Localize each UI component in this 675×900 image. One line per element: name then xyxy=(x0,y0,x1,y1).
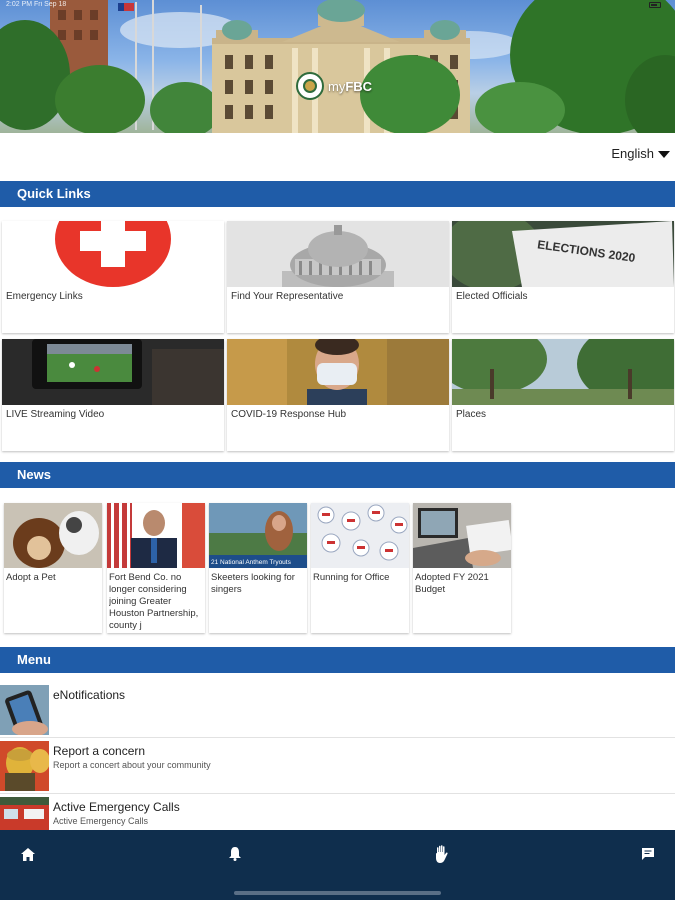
quick-link-label: Elected Officials xyxy=(456,291,528,302)
bottom-tab-bar xyxy=(0,830,675,900)
quick-link-live-streaming[interactable]: LIVE Streaming Video xyxy=(2,339,224,451)
dog-and-cat-image xyxy=(4,503,102,568)
language-selector[interactable]: English xyxy=(611,146,670,161)
menu-item-subtitle: Active Emergency Calls xyxy=(53,816,149,826)
news-item-budget[interactable]: Adopted FY 2021 Budget xyxy=(413,503,511,633)
vote-buttons-image xyxy=(311,503,409,568)
quick-link-find-representative[interactable]: Find Your Representative xyxy=(227,221,449,333)
app-logo: myFBC xyxy=(296,72,372,100)
menu-item-title: Report a concern xyxy=(53,744,146,758)
caret-down-icon xyxy=(658,151,670,158)
quick-link-label: Places xyxy=(456,409,487,420)
news-item-label: Skeeters looking for singers xyxy=(211,572,295,595)
menu-item-title: Active Emergency Calls xyxy=(53,800,180,814)
news-item-label: Adopt a Pet xyxy=(6,572,56,583)
ballpark-banner-text: 21 National Anthem Tryouts xyxy=(211,559,292,566)
menu-item-report-concern[interactable]: Report a concern Report a concert about … xyxy=(0,738,675,794)
home-indicator xyxy=(234,891,441,895)
home-tab[interactable] xyxy=(16,842,40,866)
news-item-skeeters[interactable]: 21 National Anthem Tryouts Skeeters look… xyxy=(209,503,307,633)
quick-link-elected-officials[interactable]: ELECTIONS 2020 Elected Officials xyxy=(452,221,674,333)
messages-tab[interactable] xyxy=(636,842,660,866)
chat-icon xyxy=(642,848,654,860)
language-label: English xyxy=(611,146,654,161)
quick-links-header: Quick Links xyxy=(0,181,675,207)
phone-in-hand-image xyxy=(0,685,49,735)
laptop-budget-image xyxy=(413,503,511,568)
firefighters-image xyxy=(0,741,49,791)
man-with-mask-image xyxy=(227,339,449,405)
singer-at-ballpark-image: 21 National Anthem Tryouts xyxy=(209,503,307,568)
quick-link-covid-hub[interactable]: COVID-19 Response Hub xyxy=(227,339,449,451)
news-item-label: Running for Office xyxy=(313,572,390,583)
app-screen: 2:02 PM Fri Sep 18 myFBC English Quick L… xyxy=(0,0,675,900)
courthouse-photo xyxy=(0,0,675,133)
quick-link-label: Find Your Representative xyxy=(231,291,344,302)
official-at-podium-image xyxy=(107,503,205,568)
quick-link-label: Emergency Links xyxy=(6,291,83,302)
news-item-label: Adopted FY 2021 Budget xyxy=(415,572,489,595)
menu-header: Menu xyxy=(0,647,675,673)
quick-link-emergency-links[interactable]: Emergency Links xyxy=(2,221,224,333)
menu-item-enotifications[interactable]: eNotifications xyxy=(0,682,675,738)
status-time: 2:02 PM Fri Sep 18 xyxy=(6,1,67,8)
bell-icon xyxy=(229,847,241,861)
report-tab[interactable] xyxy=(430,842,454,866)
emergency-cross-image xyxy=(2,221,224,287)
camera-monitor-image xyxy=(2,339,224,405)
news-item-adopt-pet[interactable]: Adopt a Pet xyxy=(4,503,102,633)
county-seal-icon xyxy=(296,72,324,100)
hand-icon xyxy=(436,845,448,863)
capitol-dome-image xyxy=(227,221,449,287)
menu-item-subtitle: Report a concert about your community xyxy=(53,760,211,770)
quick-link-label: LIVE Streaming Video xyxy=(6,409,105,420)
menu-item-title: eNotifications xyxy=(53,688,126,702)
logo-prefix: my xyxy=(328,78,346,94)
home-icon xyxy=(21,847,35,861)
news-item-fort-bend[interactable]: Fort Bend Co. no longer considering join… xyxy=(107,503,205,633)
battery-icon xyxy=(649,2,661,8)
quick-link-label: COVID-19 Response Hub xyxy=(231,409,347,420)
news-header: News xyxy=(0,462,675,488)
header-banner: 2:02 PM Fri Sep 18 myFBC xyxy=(0,0,675,133)
logo-text: myFBC xyxy=(328,79,372,94)
elections-2020-image: ELECTIONS 2020 xyxy=(452,221,674,287)
logo-suffix: FBC xyxy=(345,78,373,94)
park-trees-image xyxy=(452,339,674,405)
notifications-tab[interactable] xyxy=(223,842,247,866)
quick-link-places[interactable]: Places xyxy=(452,339,674,451)
news-item-running-for-office[interactable]: Running for Office xyxy=(311,503,409,633)
news-item-label: Fort Bend Co. no longer considering join… xyxy=(109,572,199,631)
